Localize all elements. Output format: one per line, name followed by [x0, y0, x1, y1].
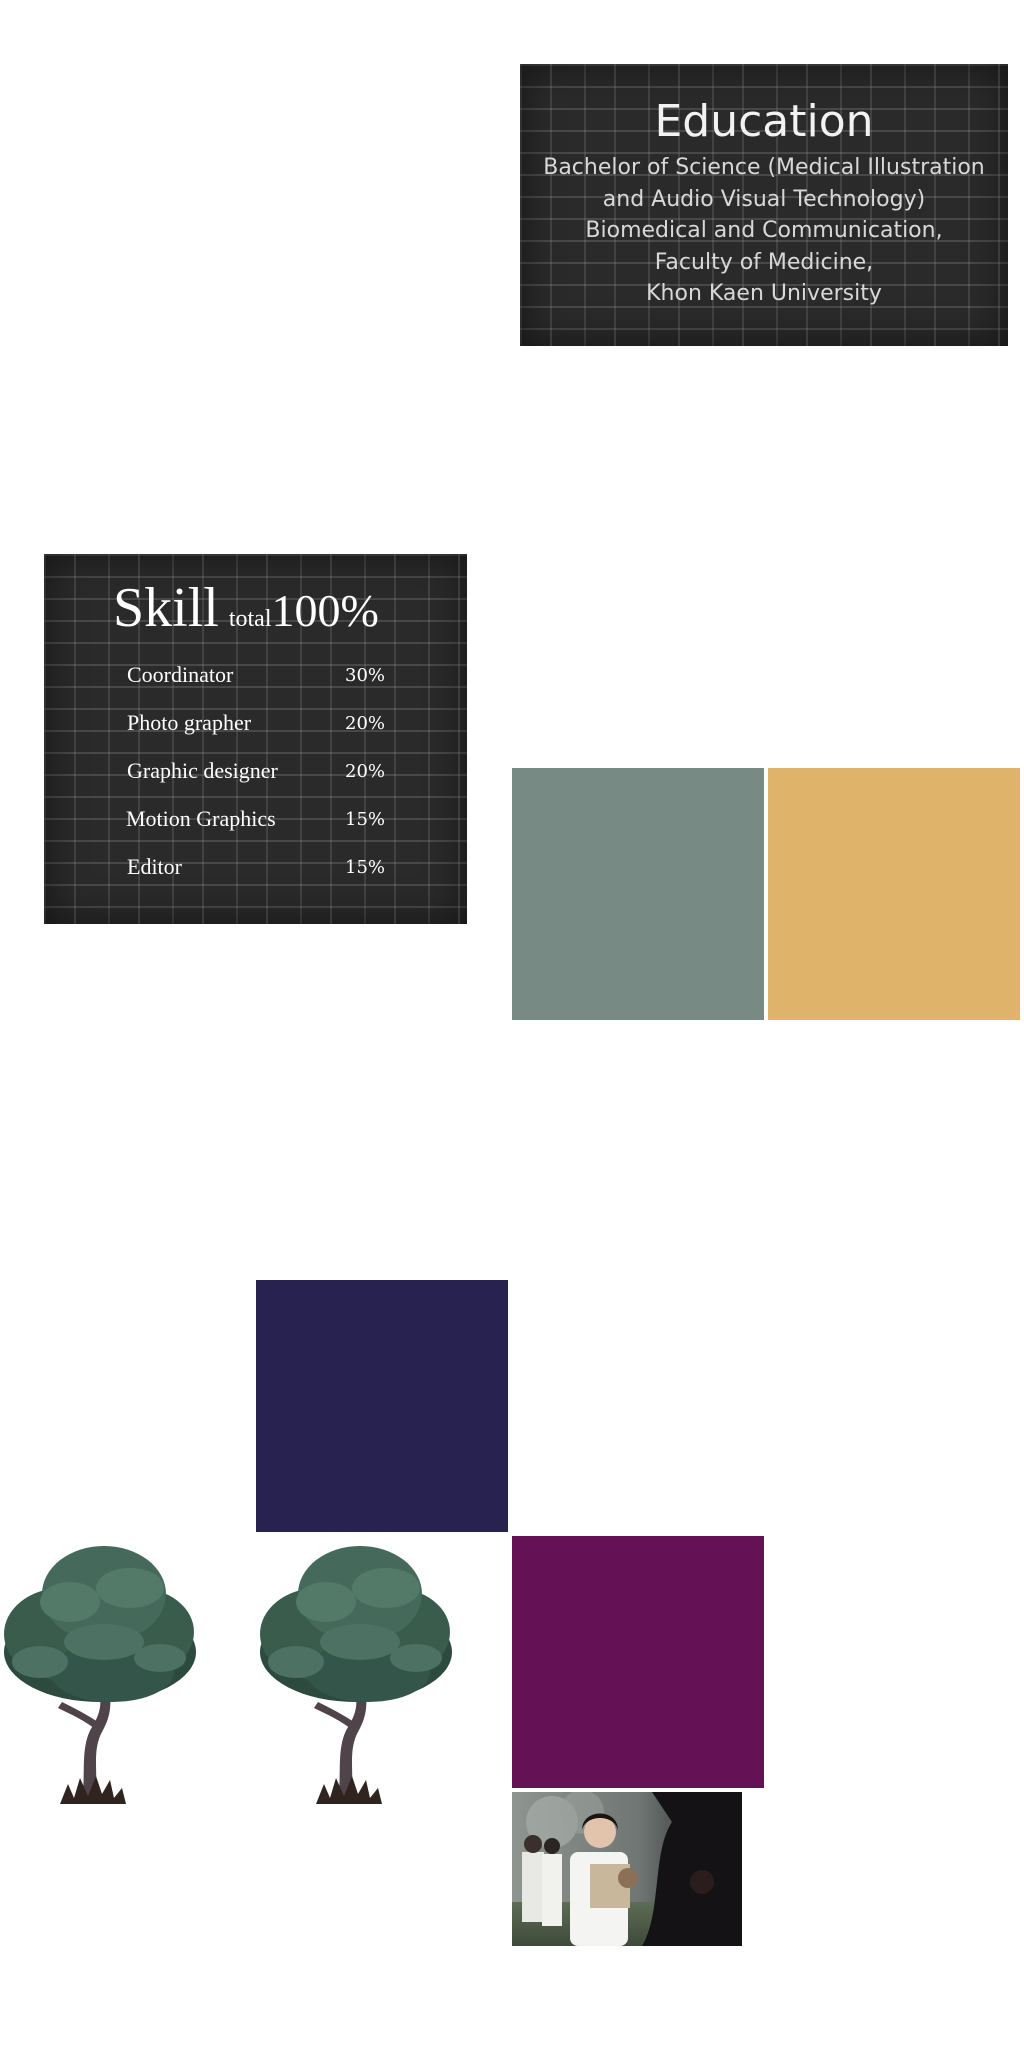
education-details: Bachelor of Science (Medical Illustratio…: [520, 152, 1008, 310]
graduation-photo: [512, 1792, 742, 1946]
skill-heading: Skill total100%: [113, 576, 379, 640]
skill-row: Coordinator 30%: [127, 662, 387, 692]
skill-percent: 30%: [345, 665, 386, 686]
skill-percent: 15%: [345, 857, 386, 878]
color-swatch-purple: [512, 1536, 764, 1788]
skill-row: Graphic designer 20%: [127, 758, 387, 788]
education-line: and Audio Visual Technology): [602, 186, 926, 212]
color-swatch-gold: [768, 768, 1020, 1020]
skill-percent: 20%: [345, 713, 386, 734]
tree-illustration: [260, 1546, 452, 1804]
skill-total-value: 100%: [271, 585, 379, 636]
skill-name: Motion Graphics: [126, 806, 276, 831]
education-title: Education: [654, 96, 874, 147]
skill-row: Editor 15%: [127, 854, 387, 884]
skill-name: Editor: [127, 854, 182, 879]
skill-card: Skill total100% Coordinator 30% Photo gra…: [44, 554, 467, 924]
skill-total-label: total: [228, 606, 272, 632]
skill-name: Graphic designer: [127, 758, 278, 783]
skill-percent: 20%: [345, 761, 386, 782]
education-line: Khon Kaen University: [646, 281, 882, 306]
color-swatch-gray: [512, 768, 764, 1020]
education-card: Education Bachelor of Science (Medical I…: [520, 64, 1008, 346]
skill-name: Photo grapher: [127, 710, 252, 735]
skill-title: Skill: [113, 577, 219, 639]
skill-name: Coordinator: [127, 662, 234, 687]
education-line: Faculty of Medicine,: [654, 249, 874, 275]
education-line: Bachelor of Science (Medical Illustratio…: [543, 155, 985, 180]
color-swatch-navy: [256, 1280, 508, 1532]
tree-illustration: [4, 1546, 196, 1804]
skill-percent: 15%: [345, 809, 386, 830]
skill-row: Photo grapher 20%: [127, 710, 387, 740]
education-line: Biomedical and Communication,: [585, 218, 943, 243]
skill-row: Motion Graphics 15%: [126, 806, 386, 836]
